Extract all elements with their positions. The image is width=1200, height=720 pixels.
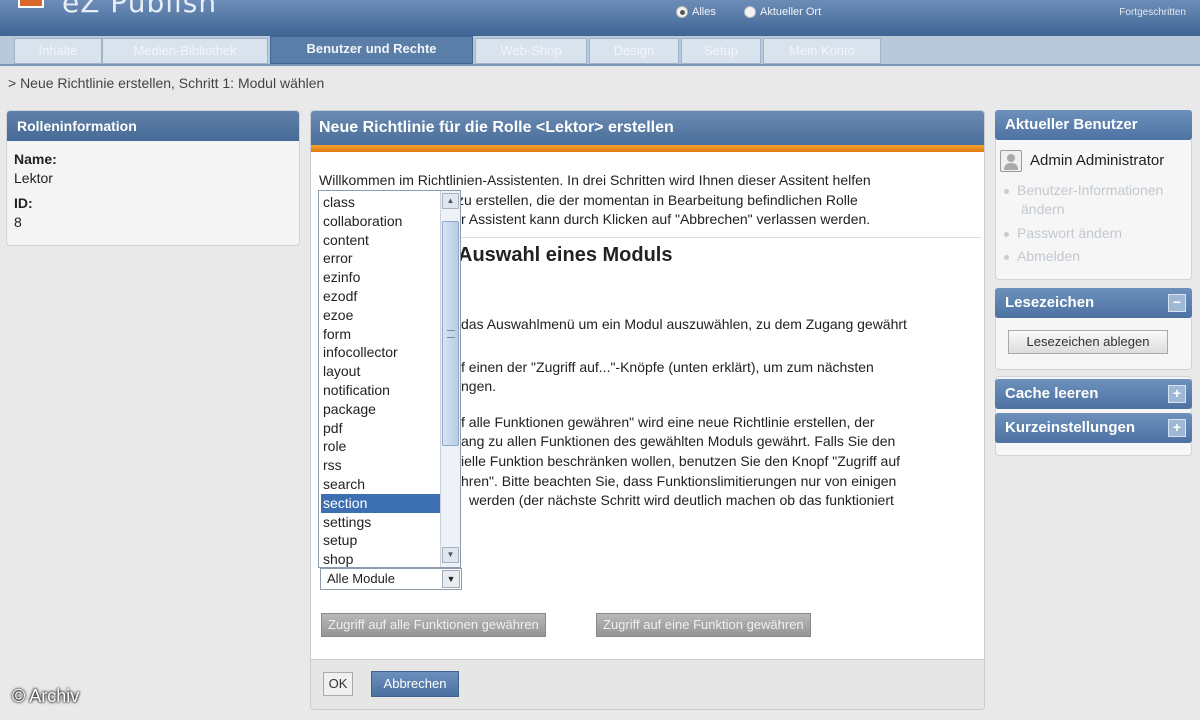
module-option[interactable]: layout [321,362,441,381]
module-select-value: Alle Module [327,571,395,586]
step-heading: Auswahl eines Moduls [458,244,673,266]
tab-users[interactable]: Benutzer und Rechte [270,36,473,64]
instruction-3-line-3: ielle Funktion beschränken wollen, benut… [461,453,900,469]
link-change-password-label: Passwort ändern [1017,225,1123,241]
current-user-title: Aktueller Benutzer [995,110,1192,140]
collapse-icon[interactable]: − [1168,294,1186,312]
radio-icon[interactable] [676,6,688,18]
module-option[interactable]: setup [321,531,441,550]
scroll-up-icon[interactable]: ▲ [442,193,459,209]
link-logout[interactable]: Abmelden [1004,248,1080,264]
grip-icon [447,330,455,338]
role-id-label: ID: [14,195,33,211]
instruction-3-line-1: f alle Funktionen gewähren" wird eine ne… [461,414,875,430]
module-select[interactable]: Alle Module ▼ [320,568,462,590]
scroll-thumb[interactable] [442,221,459,446]
advanced-search-link[interactable]: Fortgeschritten [1119,7,1186,18]
role-info-body: Name: Lektor ID: 8 [14,151,57,230]
add-bookmark-button[interactable]: Lesezeichen ablegen [1008,330,1168,354]
intro-line-1: Willkommen im Richtlinien-Assistenten. I… [319,172,871,188]
role-name-label: Name: [14,151,57,167]
instruction-2-line-2: ngen. [461,378,497,394]
module-option[interactable]: rss [321,456,441,475]
module-option[interactable]: package [321,400,441,419]
instruction-3-line-4: hren". Bitte beachten Sie, dass Funktion… [461,473,897,489]
bookmarks-title: Lesezeichen [1005,294,1095,311]
listbox-scrollbar[interactable]: ▲ ▼ [440,191,460,567]
bookmarks-header[interactable]: Lesezeichen − [995,288,1192,318]
expand-icon[interactable]: + [1168,419,1186,437]
copyright-watermark: © Archiv [12,686,80,706]
module-option[interactable]: infocollector [321,343,441,362]
clear-cache-title: Cache leeren [1005,385,1099,402]
search-scope-current[interactable]: Aktueller Ort [744,6,821,18]
module-option[interactable]: search [321,475,441,494]
module-list: class collaboration content error ezinfo ezod… [321,193,441,567]
module-option[interactable]: collaboration [321,212,441,231]
module-option[interactable]: ezodf [321,287,441,306]
bullet-icon [1004,231,1009,237]
search-scope-all[interactable]: Alles [676,6,716,18]
bullet-icon [1004,254,1009,260]
instruction-2-line-1: f einen der "Zugriff auf..."-Knöpfe (unt… [461,359,874,375]
module-option[interactable]: shop [321,550,441,567]
top-header: eZ Publish Alles Aktueller Ort Fortgesch… [0,0,1200,36]
search-scope-all-label: Alles [692,6,716,18]
policy-wizard-title: Neue Richtlinie für die Rolle <Lektor> e… [311,111,984,145]
role-info-title: Rolleninformation [7,111,299,141]
instruction-3-line-2: ang zu allen Funktionen des gewählten Mo… [461,433,896,449]
role-info-panel: Rolleninformation Name: Lektor ID: 8 [6,110,300,246]
intro-line-2: zu erstellen, die der momentan in Bearbe… [457,192,858,208]
module-option[interactable]: pdf [321,419,441,438]
scroll-down-icon[interactable]: ▼ [442,547,459,563]
module-option[interactable]: section [321,493,441,513]
tab-webshop[interactable]: Web-Shop [475,38,587,64]
search-scope-current-label: Aktueller Ort [760,6,822,18]
title-accent-bar [311,145,984,152]
module-option[interactable]: form [321,325,441,344]
link-logout-label: Abmelden [1017,248,1081,264]
grant-all-functions-button[interactable]: Zugriff auf alle Funktionen gewähren [321,613,546,637]
wizard-footer: OK Abbrechen [311,659,984,709]
user-avatar-icon [1000,150,1022,172]
module-option[interactable]: ezinfo [321,268,441,287]
module-option[interactable]: ezoe [321,306,441,325]
tab-my-account[interactable]: Mein Konto [763,38,881,64]
logo-icon [18,0,44,8]
role-id-value: 8 [14,214,22,230]
instruction-3-line-5: werden (der nächste Schritt wird deutlic… [469,492,894,508]
module-option[interactable]: settings [321,513,441,532]
current-user-name: Admin Administrator [1030,152,1165,169]
quick-settings-header[interactable]: Kurzeinstellungen + [995,413,1192,443]
module-option[interactable]: notification [321,381,441,400]
clear-cache-header[interactable]: Cache leeren + [995,379,1192,409]
instruction-1: das Auswahlmenü um ein Modul auszuwählen… [461,316,907,332]
radio-icon[interactable] [744,6,756,18]
main-tabs: Inhalte Medien-Bibliothek Benutzer und R… [0,36,1200,66]
module-listbox[interactable]: class collaboration content error ezinfo ezod… [318,190,461,568]
module-option[interactable]: content [321,231,441,250]
link-user-info-1: Benutzer-Informationen [1017,182,1164,198]
quick-settings-title: Kurzeinstellungen [1005,419,1136,436]
bullet-icon [1004,188,1009,194]
module-option[interactable]: error [321,249,441,268]
link-user-info-2[interactable]: ändern [1021,201,1065,217]
tab-inhalte[interactable]: Inhalte [14,38,102,64]
cancel-button[interactable]: Abbrechen [371,671,459,697]
breadcrumb: > Neue Richtlinie erstellen, Schritt 1: … [8,75,325,91]
role-name-value: Lektor [14,170,53,186]
link-change-password[interactable]: Passwort ändern [1004,225,1122,241]
intro-line-3: r Assistent kann durch Klicken auf "Abbr… [461,211,871,227]
tab-setup[interactable]: Setup [681,38,761,64]
chevron-down-icon[interactable]: ▼ [442,570,460,588]
module-option[interactable]: class [321,193,441,212]
logo-text: eZ Publish [62,0,218,19]
ok-button[interactable]: OK [323,672,353,696]
tab-media[interactable]: Medien-Bibliothek [102,38,268,64]
grant-one-function-button[interactable]: Zugriff auf eine Funktion gewähren [596,613,811,637]
link-user-info[interactable]: Benutzer-Informationen [1004,182,1163,198]
tab-design[interactable]: Design [589,38,679,64]
expand-icon[interactable]: + [1168,385,1186,403]
module-option[interactable]: role [321,437,441,456]
